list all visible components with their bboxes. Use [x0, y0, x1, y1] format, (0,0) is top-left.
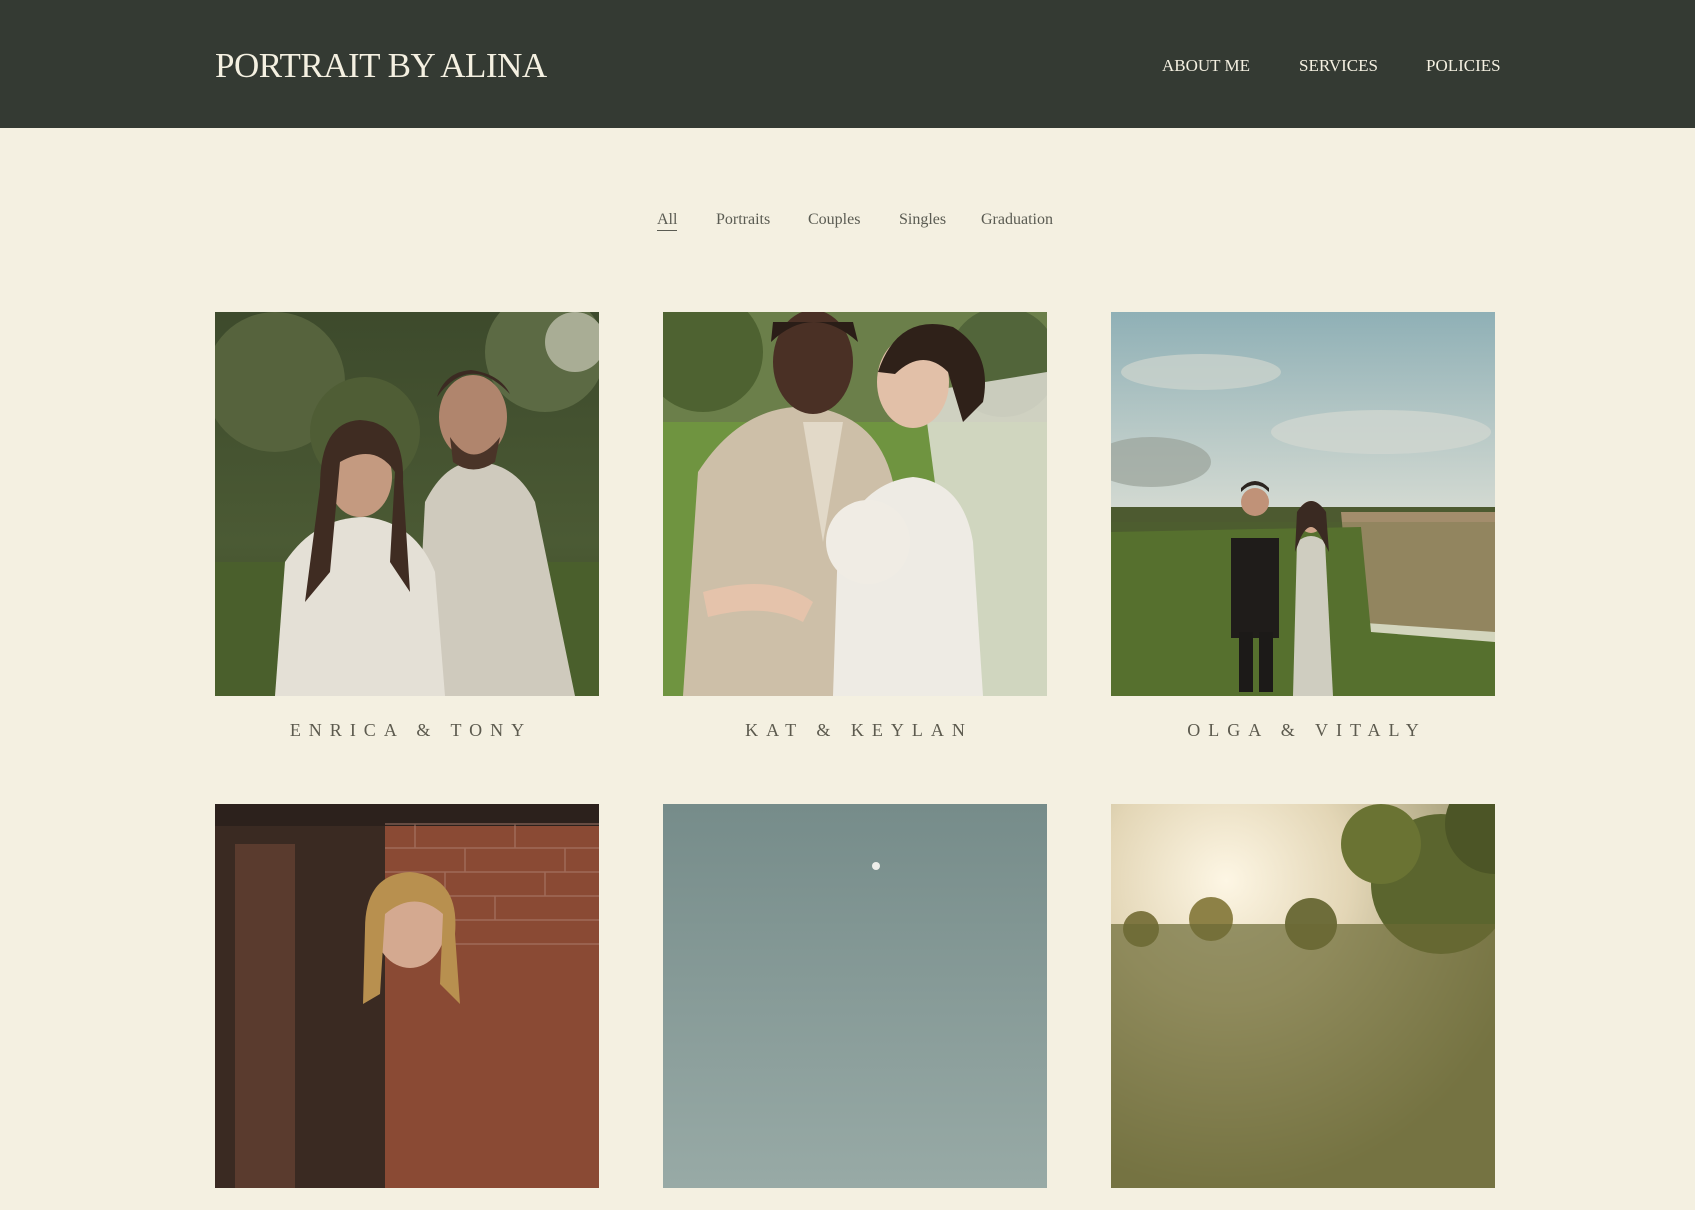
nav-about-me[interactable]: ABOUT ME: [1162, 55, 1250, 77]
gallery-card[interactable]: [663, 804, 1047, 1210]
gallery-photo[interactable]: [1111, 312, 1495, 696]
filter-singles[interactable]: Singles: [899, 209, 946, 231]
gallery-caption[interactable]: OLGA & VITALY: [1111, 718, 1495, 742]
gallery-photo[interactable]: [215, 312, 599, 696]
gallery-photo[interactable]: [663, 312, 1047, 696]
gallery-card[interactable]: [1111, 804, 1495, 1210]
gallery-caption[interactable]: KAT & KEYLAN: [663, 718, 1047, 742]
gallery-caption[interactable]: ENRICA & TONY: [215, 718, 599, 742]
gallery-card[interactable]: KAT & KEYLAN: [663, 312, 1047, 742]
gallery-card[interactable]: OLGA & VITALY: [1111, 312, 1495, 742]
filter-all[interactable]: All: [657, 209, 678, 231]
gallery-photo[interactable]: [215, 804, 599, 1188]
site-header: PORTRAIT BY ALINA ABOUT ME SERVICES POLI…: [0, 0, 1695, 128]
gallery-card[interactable]: [215, 804, 599, 1210]
filter-portraits[interactable]: Portraits: [716, 209, 770, 231]
nav-services[interactable]: SERVICES: [1299, 55, 1378, 77]
filter-graduation[interactable]: Graduation: [981, 209, 1053, 231]
gallery-photo[interactable]: [1111, 804, 1495, 1188]
filter-couples[interactable]: Couples: [808, 209, 860, 231]
site-logo[interactable]: PORTRAIT BY ALINA: [215, 44, 547, 88]
gallery-photo[interactable]: [663, 804, 1047, 1188]
nav-policies[interactable]: POLICIES: [1426, 55, 1501, 77]
gallery-card[interactable]: ENRICA & TONY: [215, 312, 599, 742]
